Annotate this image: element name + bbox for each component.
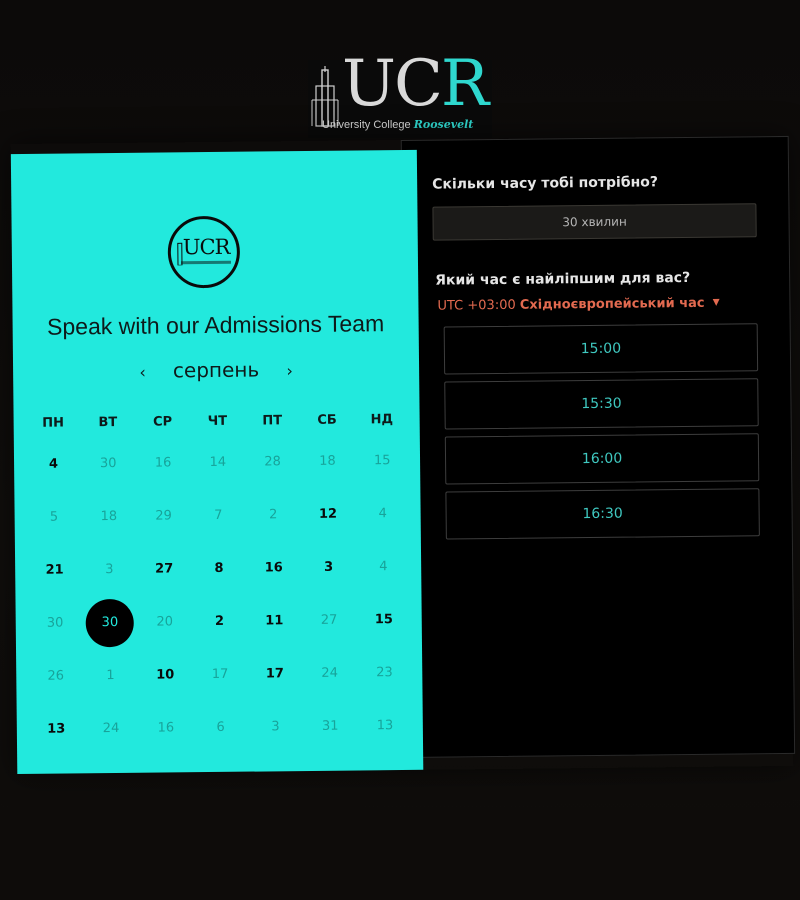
month-navigation: ‹ серпень ›	[13, 356, 419, 384]
selected-day-marker: 30	[85, 598, 135, 647]
timezone-offset: UTC +03:00	[437, 297, 516, 314]
month-label: серпень	[172, 357, 260, 383]
calendar-day[interactable]: 4	[26, 437, 81, 491]
time-slot-button[interactable]: 15:30	[444, 378, 759, 430]
calendar-day[interactable]: 8	[191, 542, 246, 596]
calendar-day: 6	[216, 719, 225, 735]
timezone-name: Східноєвропейський час	[519, 295, 705, 313]
calendar-day: 26	[47, 668, 65, 684]
ucr-logo: UCR University College Roosevelt	[308, 52, 492, 138]
calendar-day: 4	[379, 559, 388, 575]
calendar-day: 5	[49, 509, 59, 525]
calendar-day: 3	[105, 562, 114, 578]
chevron-left-icon[interactable]: ‹	[133, 363, 153, 382]
calendar-day: 1	[106, 668, 115, 684]
calendar-day[interactable]: 16	[246, 541, 301, 595]
ucr-letters-uc: UC	[342, 47, 443, 121]
calendar-day: 16	[154, 455, 172, 471]
page-title: Speak with our Admissions Team	[46, 310, 385, 340]
ucr-circle-logo: UCR	[167, 215, 241, 289]
calendar-day[interactable]: 21	[27, 543, 82, 597]
duration-question: Скільки часу тобі потрібно?	[432, 174, 659, 193]
calendar-day: 24	[102, 720, 120, 737]
calendar-day[interactable]: 11	[247, 594, 302, 648]
calendar-day[interactable]: 2	[192, 595, 247, 649]
time-question: Який час є найліпшим для вас?	[435, 269, 691, 289]
calendar-day[interactable]: 3	[301, 540, 356, 594]
weekday-label: СБ	[317, 412, 337, 428]
calendar-day: 20	[156, 614, 174, 630]
calendar-day: 13	[376, 718, 394, 734]
calendar-day: 7	[214, 507, 223, 523]
timezone-selector[interactable]: UTC +03:00 Східноєвропейський час ▼	[437, 296, 719, 314]
calendar-day: 3	[271, 719, 280, 735]
calendar-day: 30	[46, 615, 64, 631]
duration-value: 30 хвилин	[562, 214, 627, 230]
caret-down-icon: ▼	[712, 297, 720, 308]
calendar-day[interactable]: 12	[300, 487, 355, 541]
calendar-day: 23	[376, 665, 393, 681]
calendar-day[interactable]: 17	[247, 647, 302, 701]
calendar-day[interactable]: 13	[29, 702, 84, 756]
calendar-grid: 4 30 16 14 28 18 15 5 18 29 7 2 12 4 21 3 27 8 16 3 4 30 30 20 2…	[26, 434, 413, 756]
weekday-label: СР	[153, 414, 173, 430]
page: UCR University College Roosevelt Скільки…	[0, 0, 800, 900]
duration-select[interactable]: 30 хвилин	[432, 203, 757, 241]
calendar-day-selected[interactable]: 30	[82, 596, 137, 650]
calendar-day: 2	[268, 507, 278, 523]
weekday-header: ПН ВТ СР ЧТ ПТ СБ НД	[26, 412, 410, 431]
calendar-day: 27	[320, 612, 338, 628]
time-slot-button[interactable]: 16:30	[445, 488, 760, 540]
ucr-tagline-main: University College	[322, 119, 411, 131]
calendar-day[interactable]: 15	[356, 593, 411, 647]
calendar-day: 31	[321, 718, 339, 734]
weekday-label: ВТ	[98, 414, 118, 431]
calendar-day[interactable]: 27	[136, 542, 191, 596]
ucr-tagline: University College Roosevelt	[322, 118, 473, 131]
time-slot-list: 15:00 15:30 16:00 16:30	[443, 323, 760, 546]
calendar-day: 17	[211, 666, 229, 683]
calendar-day: 15	[373, 453, 391, 469]
time-slot-button[interactable]: 15:00	[443, 323, 759, 375]
calendar-day[interactable]: 10	[138, 648, 193, 702]
calendar-day: 30	[99, 455, 117, 472]
ucr-letters: UCR	[342, 52, 489, 116]
time-selection-panel: Скільки часу тобі потрібно? 30 хвилин Як…	[400, 135, 796, 758]
weekday-label: ЧТ	[207, 413, 228, 430]
weekday-label: НД	[370, 412, 394, 428]
calendar-day: 28	[264, 454, 282, 470]
calendar-day: 24	[321, 665, 339, 681]
calendar-day: 18	[319, 453, 336, 469]
calendar-day: 4	[378, 506, 388, 522]
calendar-day: 14	[209, 454, 227, 471]
ucr-letters-r: R	[440, 47, 489, 121]
circle-logo-text: UCR	[182, 234, 230, 260]
time-slot-button[interactable]: 16:00	[444, 433, 760, 485]
chevron-right-icon[interactable]: ›	[279, 361, 299, 380]
weekday-label: ПН	[42, 415, 65, 431]
weekday-label: ПТ	[262, 413, 283, 429]
calendar-panel: UCR Speak with our Admissions Team ‹ сер…	[10, 149, 424, 775]
scheduling-widget: Скільки часу тобі потрібно? 30 хвилин Як…	[10, 135, 796, 775]
calendar-day: 16	[157, 720, 175, 736]
circle-logo-tagline-line	[180, 260, 231, 265]
calendar-day: 29	[155, 508, 172, 524]
calendar-day: 18	[100, 508, 118, 525]
ucr-tagline-accent: Roosevelt	[413, 118, 474, 131]
